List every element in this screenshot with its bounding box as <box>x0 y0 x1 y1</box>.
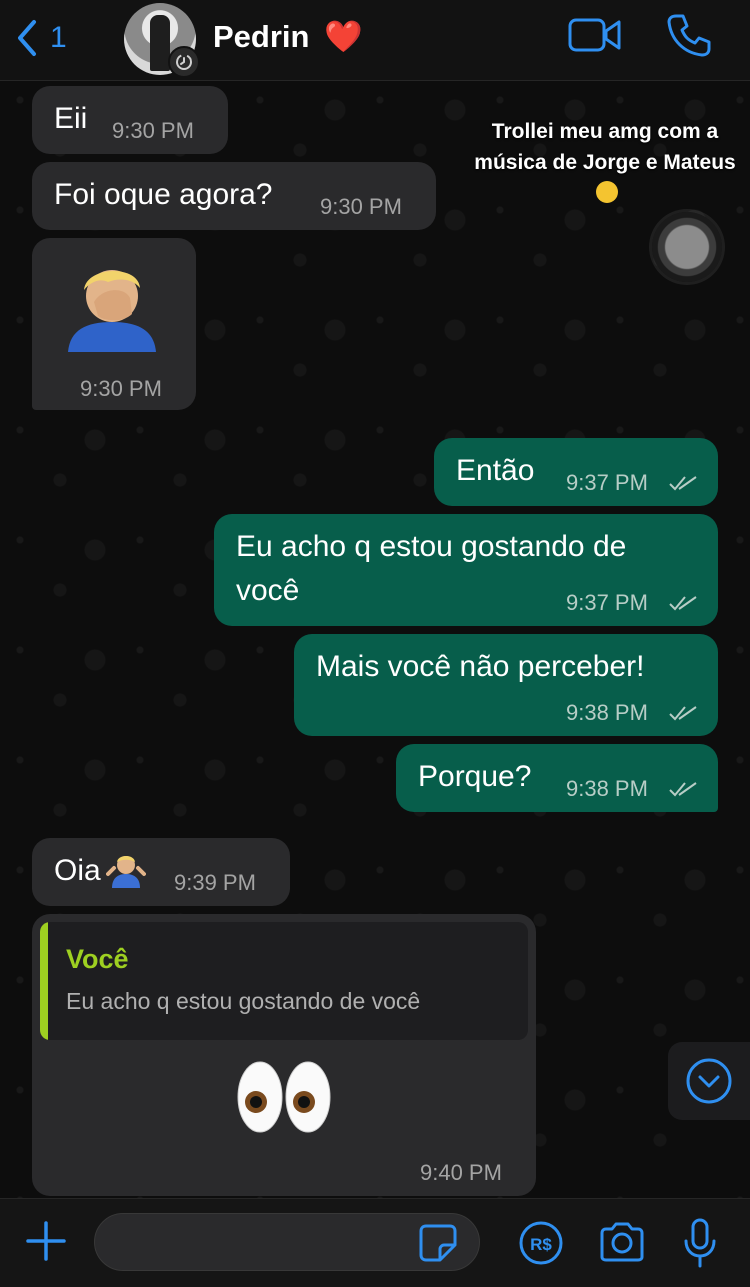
camera-icon <box>600 1222 644 1262</box>
chevron-left-icon <box>18 20 36 56</box>
read-ticks-icon <box>669 706 697 721</box>
message-time: 9:37 PM <box>566 590 648 615</box>
message-text: Então <box>456 454 535 487</box>
voice-call-button[interactable] <box>666 12 712 58</box>
chevron-down-circle-icon <box>686 1058 732 1104</box>
phone-icon <box>667 14 711 57</box>
message-time: 9:38 PM <box>566 700 648 725</box>
contact-name-text: Pedrin <box>213 19 310 54</box>
camera-button[interactable] <box>598 1221 646 1263</box>
message-bubble-incoming[interactable]: Oia 9:39 PM <box>32 838 290 906</box>
read-ticks-icon <box>669 476 697 491</box>
message-text: Eii <box>54 102 88 135</box>
message-text: Oia <box>54 854 101 887</box>
read-ticks-icon <box>669 596 697 611</box>
message-time: 9:38 PM <box>566 776 648 801</box>
message-bubble-incoming[interactable]: Foi oque agora? 9:30 PM <box>32 162 436 230</box>
message-text-line-2: você <box>236 574 300 607</box>
quote-author: Você <box>66 944 129 974</box>
plus-icon <box>26 1221 66 1261</box>
microphone-button[interactable] <box>682 1217 718 1269</box>
quote-text: Eu acho q estou gostando de você <box>66 988 421 1014</box>
message-text-line-1: Eu acho q estou gostando de <box>236 530 627 563</box>
message-text: Mais você não perceber! <box>316 650 645 683</box>
scroll-to-bottom-button[interactable] <box>668 1042 750 1120</box>
status-timer-icon <box>168 46 200 78</box>
sticker-button[interactable] <box>418 1223 458 1263</box>
message-text: Porque? <box>418 760 532 793</box>
shrug-emoji <box>106 852 146 888</box>
caption-text: Trollei meu amg com a música de Jorge e … <box>474 120 736 174</box>
back-button[interactable]: 1 <box>14 16 67 60</box>
message-bubble-outgoing[interactable]: Eu acho q estou gostando de você 9:37 PM <box>214 514 718 626</box>
video-camera-icon <box>568 18 621 52</box>
video-caption: Trollei meu amg com a música de Jorge e … <box>470 116 740 209</box>
unread-count: 1 <box>50 21 67 54</box>
message-time: 9:30 PM <box>80 376 162 401</box>
message-time: 9:30 PM <box>112 118 194 143</box>
microphone-icon <box>684 1218 716 1268</box>
message-text: Foi oque agora? <box>54 178 273 211</box>
message-bubble-incoming[interactable]: Eii 9:30 PM <box>32 86 228 154</box>
quote-accent-bar <box>40 922 48 1040</box>
attach-button[interactable] <box>24 1219 68 1263</box>
hand-over-mouth-emoji <box>596 181 618 203</box>
floating-record-button[interactable] <box>652 212 722 282</box>
quoted-message[interactable]: Você Eu acho q estou gostando de você <box>40 922 528 1040</box>
sticker-icon <box>419 1224 457 1262</box>
video-call-button[interactable] <box>568 16 622 54</box>
eyes-emoji <box>236 1060 332 1134</box>
message-bubble-incoming[interactable]: 9:30 PM <box>32 238 196 410</box>
brazilian-real-icon: R$ <box>519 1221 563 1265</box>
contact-name[interactable]: Pedrin ❤️ <box>213 18 363 55</box>
heart-emoji: ❤️ <box>324 19 363 54</box>
facepalm-emoji <box>64 256 160 352</box>
chat-header: 1 Pedrin ❤️ <box>0 0 750 81</box>
message-bubble-outgoing[interactable]: Porque? 9:38 PM <box>396 744 718 812</box>
message-bubble-outgoing[interactable]: Mais você não perceber! 9:38 PM <box>294 634 718 736</box>
message-bubble-outgoing[interactable]: Então 9:37 PM <box>434 438 718 506</box>
message-time: 9:37 PM <box>566 470 648 495</box>
composer-bar: R$ <box>0 1198 750 1287</box>
message-time: 9:40 PM <box>420 1160 502 1185</box>
message-time: 9:30 PM <box>320 194 402 219</box>
payment-button[interactable]: R$ <box>518 1220 564 1266</box>
read-ticks-icon <box>669 782 697 797</box>
message-time: 9:39 PM <box>174 870 256 895</box>
svg-text:R$: R$ <box>530 1235 552 1254</box>
avatar-photo <box>150 15 170 71</box>
